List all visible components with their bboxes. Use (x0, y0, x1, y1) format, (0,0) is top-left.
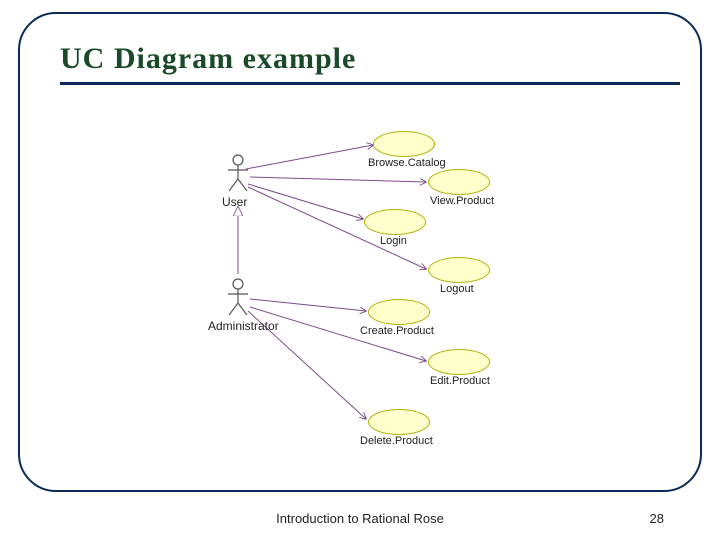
usecase-logout-label: Logout (440, 283, 474, 295)
usecase-edit (428, 349, 490, 375)
usecase-view (428, 169, 490, 195)
actor-icon (226, 153, 250, 193)
usecase-login-label: Login (380, 235, 407, 247)
slide-frame: UC Diagram example (18, 12, 702, 492)
usecase-login (364, 209, 426, 235)
usecase-delete (368, 409, 430, 435)
page-number: 28 (650, 511, 664, 526)
usecase-browse (373, 131, 435, 157)
actor-admin (226, 277, 250, 317)
footer-text: Introduction to Rational Rose (0, 511, 720, 526)
actor-user (226, 153, 250, 193)
title-underline (60, 82, 680, 85)
usecase-logout (428, 257, 490, 283)
usecase-browse-label: Browse.Catalog (368, 157, 446, 169)
usecase-delete-label: Delete.Product (360, 435, 433, 447)
usecase-create (368, 299, 430, 325)
actor-user-label: User (222, 195, 247, 209)
uc-diagram: User Administrator Browse.Catalog View.P… (208, 129, 552, 467)
usecase-edit-label: Edit.Product (430, 375, 490, 387)
actor-admin-label: Administrator (208, 319, 279, 333)
slide-title: UC Diagram example (60, 42, 356, 76)
usecase-create-label: Create.Product (360, 325, 434, 337)
actor-icon (226, 277, 250, 317)
usecase-view-label: View.Product (430, 195, 494, 207)
